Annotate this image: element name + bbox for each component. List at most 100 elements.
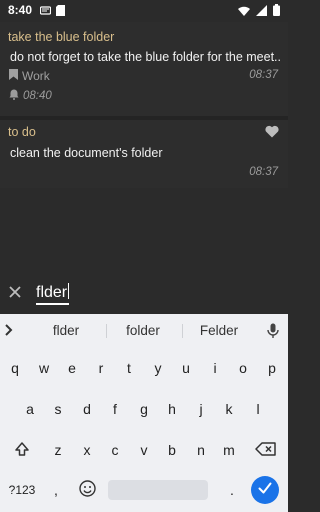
- shift-icon: [14, 441, 30, 460]
- key-i[interactable]: i: [202, 352, 228, 384]
- key-label: s: [54, 401, 62, 417]
- key-o[interactable]: o: [230, 352, 256, 384]
- text-caret: [68, 283, 70, 299]
- bookmark-icon: [9, 69, 18, 83]
- key-a[interactable]: a: [17, 393, 43, 425]
- suggestion-strip: flder folder Felder: [0, 314, 288, 348]
- suggestion-separator: [182, 324, 183, 338]
- key-r[interactable]: r: [88, 352, 114, 384]
- symbols-key[interactable]: ?123: [4, 474, 40, 506]
- close-icon[interactable]: [8, 285, 22, 304]
- key-w[interactable]: w: [31, 352, 57, 384]
- key-b[interactable]: b: [159, 434, 185, 466]
- key-label: h: [168, 401, 176, 417]
- key-e[interactable]: e: [59, 352, 85, 384]
- emoji-key[interactable]: [72, 474, 102, 506]
- note-time: 08:37: [249, 69, 278, 81]
- key-h[interactable]: h: [159, 393, 185, 425]
- key-label: t: [127, 360, 131, 376]
- key-g[interactable]: g: [131, 393, 157, 425]
- key-t[interactable]: t: [116, 352, 142, 384]
- suggestion-3[interactable]: Felder: [184, 323, 254, 338]
- key-label: ,: [54, 482, 58, 498]
- heart-icon[interactable]: [265, 125, 279, 143]
- backspace-icon: [255, 441, 277, 459]
- status-bar: 8:40: [0, 0, 288, 22]
- key-j[interactable]: j: [188, 393, 214, 425]
- sd-card-icon: [56, 5, 65, 19]
- key-label: o: [239, 360, 247, 376]
- notification-icon: [39, 5, 52, 19]
- key-q[interactable]: q: [2, 352, 28, 384]
- key-label: i: [213, 360, 217, 376]
- emoji-icon: [78, 480, 96, 500]
- note-body: do not forget to take the blue folder fo…: [10, 50, 282, 64]
- key-x[interactable]: x: [74, 434, 100, 466]
- signal-icon: [256, 4, 267, 19]
- key-label: z: [54, 442, 62, 458]
- chevron-right-icon[interactable]: [4, 323, 14, 342]
- key-label: x: [83, 442, 91, 458]
- key-label: b: [168, 442, 176, 458]
- key-label: v: [140, 442, 148, 458]
- suggestion-2[interactable]: folder: [108, 323, 178, 338]
- search-input[interactable]: flder: [36, 283, 70, 305]
- key-label: k: [225, 401, 233, 417]
- key-v[interactable]: v: [131, 434, 157, 466]
- comma-key[interactable]: ,: [44, 474, 68, 506]
- key-label: l: [256, 401, 260, 417]
- key-n[interactable]: n: [188, 434, 214, 466]
- space-bar[interactable]: [108, 480, 208, 500]
- notification-icons: [39, 5, 65, 19]
- key-label: u: [182, 360, 190, 376]
- key-f[interactable]: f: [102, 393, 128, 425]
- key-k[interactable]: k: [216, 393, 242, 425]
- key-label: ?123: [8, 483, 36, 497]
- alarm-bell-icon: [9, 89, 19, 103]
- note-title: take the blue folder: [8, 30, 115, 44]
- key-m[interactable]: m: [216, 434, 242, 466]
- note-card[interactable]: to do clean the document's folder 08:37: [0, 120, 288, 188]
- key-label: .: [230, 482, 234, 498]
- key-s[interactable]: s: [45, 393, 71, 425]
- key-d[interactable]: d: [74, 393, 100, 425]
- wifi-icon: [238, 5, 250, 19]
- system-icons: [238, 4, 280, 19]
- key-label: f: [113, 401, 117, 417]
- keyboard: flder folder Felder q w e r t y u i o p …: [0, 314, 288, 512]
- key-p[interactable]: p: [259, 352, 285, 384]
- note-time: 08:37: [249, 166, 278, 178]
- key-label: w: [38, 360, 50, 376]
- note-tag: Work: [9, 69, 50, 83]
- key-label: n: [197, 442, 205, 458]
- key-label: q: [11, 360, 19, 376]
- suggestion-1[interactable]: flder: [31, 323, 101, 338]
- period-key[interactable]: .: [220, 474, 244, 506]
- battery-icon: [273, 4, 280, 19]
- shift-key[interactable]: [4, 434, 40, 466]
- key-label: m: [223, 442, 235, 458]
- note-title: to do: [8, 125, 36, 139]
- microphone-icon[interactable]: [267, 323, 279, 344]
- suggestion-separator: [106, 324, 107, 338]
- search-query: flder: [36, 284, 68, 301]
- status-time: 8:40: [8, 3, 33, 17]
- reminder-time: 08:40: [23, 90, 52, 102]
- note-card[interactable]: take the blue folder do not forget to ta…: [0, 22, 288, 116]
- key-z[interactable]: z: [45, 434, 71, 466]
- search-bar: flder: [0, 274, 288, 314]
- key-u[interactable]: u: [173, 352, 199, 384]
- key-label: d: [83, 401, 91, 417]
- tag-label: Work: [22, 69, 50, 83]
- key-l[interactable]: l: [245, 393, 271, 425]
- key-label: e: [68, 360, 76, 376]
- key-label: r: [98, 360, 104, 376]
- key-label: c: [111, 442, 119, 458]
- key-y[interactable]: y: [145, 352, 171, 384]
- checkmark-icon: [258, 481, 272, 499]
- key-label: g: [140, 401, 148, 417]
- key-c[interactable]: c: [102, 434, 128, 466]
- note-body: clean the document's folder: [10, 146, 163, 160]
- enter-key[interactable]: [251, 476, 279, 504]
- backspace-key[interactable]: [248, 434, 284, 466]
